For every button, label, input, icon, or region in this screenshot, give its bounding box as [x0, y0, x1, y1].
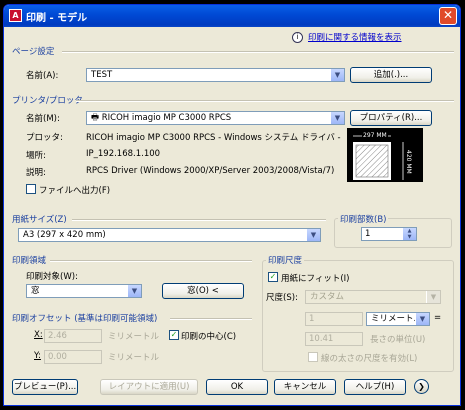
paper-width-label: 297 MM: [362, 132, 388, 139]
offset-x-unit: ミリメートル: [108, 332, 160, 342]
paper-size-select[interactable]: A3 (297 x 420 mm) ▼: [18, 228, 321, 242]
offset-y-unit: ミリメートル: [108, 353, 160, 363]
printer-name-value: RICOH imagio MP C3000 RPCS: [101, 113, 232, 123]
paper-preview: 297 MM 420 MM: [347, 128, 423, 182]
page-setup-name-label: 名前(A):: [26, 71, 59, 81]
description-value: RPCS Driver (Windows 2000/XP/Server 2003…: [86, 166, 335, 176]
add-page-setup-button[interactable]: 追加(.)...: [350, 67, 432, 83]
help-button[interactable]: ヘルプ(H): [344, 379, 406, 395]
scale-lineweights-checkbox[interactable]: [308, 352, 318, 362]
chevron-down-icon[interactable]: ▼: [127, 285, 141, 297]
divider: [62, 51, 454, 53]
page-setup-name-value: TEST: [91, 70, 113, 80]
expand-options-icon[interactable]: ❯: [414, 379, 429, 394]
paper-size-value: A3 (297 x 420 mm): [23, 230, 106, 240]
center-plot-checkbox[interactable]: ✓: [169, 330, 179, 340]
scale-lineweights-label: 線の太さの尺度を有効(L): [321, 354, 418, 364]
offset-x-input[interactable]: 2.46: [44, 329, 102, 343]
help-info-link[interactable]: 印刷に関する情報を表示: [308, 31, 402, 43]
equals-sign: =: [434, 313, 442, 323]
printable-area: [355, 144, 389, 178]
preview-button[interactable]: プレビュー(P)...: [12, 379, 78, 395]
print-target-value: 窓: [31, 286, 40, 296]
app-icon: A: [9, 9, 22, 22]
chevron-down-icon[interactable]: ▼: [330, 69, 344, 81]
printer-name-label: 名前(M):: [26, 114, 60, 124]
scale-label: 尺度(S):: [266, 293, 298, 303]
scale-select[interactable]: カスタム ▼: [305, 290, 441, 304]
dialog-title: 印刷 - モデル: [26, 13, 88, 24]
plot-dialog: A 印刷 - モデル ✕ i 印刷に関する情報を表示 ページ設定 名前(A): …: [3, 4, 461, 406]
printer-icon: 🖶: [91, 113, 102, 123]
copies-value: 1: [365, 229, 371, 239]
divider: [50, 260, 252, 262]
apply-to-layout-button[interactable]: レイアウトに適用(U): [100, 379, 198, 395]
page-setup-title: ページ設定: [12, 47, 55, 57]
printer-properties-button[interactable]: プロパティ(R)...: [350, 110, 432, 126]
scale-units-input[interactable]: 10.41: [305, 332, 363, 346]
scale-number-input[interactable]: 1: [305, 312, 363, 326]
paper-height-label: 420 MM: [405, 150, 412, 174]
cancel-button[interactable]: キャンセル: [274, 379, 336, 395]
chevron-down-icon[interactable]: ▼: [306, 229, 320, 241]
copies-spinner[interactable]: 1 ▲ ▼: [361, 227, 417, 241]
chevron-down-icon[interactable]: ▼: [426, 291, 440, 303]
page-setup-name-select[interactable]: TEST ▼: [86, 68, 345, 82]
chevron-down-icon[interactable]: ▼: [415, 313, 429, 325]
print-target-label: 印刷対象(W):: [26, 272, 78, 282]
print-area-title: 印刷領域: [12, 256, 47, 266]
copies-title: 印刷部数(B): [338, 213, 389, 225]
divider: [76, 100, 454, 102]
chevron-down-icon[interactable]: ▼: [330, 112, 344, 124]
offset-y-label: Y:: [34, 351, 41, 361]
offset-title: 印刷オフセット (基準は印刷可能領域): [12, 314, 158, 324]
plotter-value: RICOH imagio MP C3000 RPCS - Windows システ…: [86, 133, 344, 143]
file-output-checkbox[interactable]: [26, 184, 36, 194]
scale-value: カスタム: [310, 292, 345, 302]
paper-size-title: 用紙サイズ(Z): [12, 215, 67, 225]
info-icon: i: [292, 32, 303, 43]
scale-unit-select[interactable]: ミリメートル ▼: [366, 312, 430, 326]
select-window-button[interactable]: 窓(O) <: [162, 283, 244, 299]
file-output-label: ファイルへ出力(F): [39, 186, 111, 196]
print-target-select[interactable]: 窓 ▼: [26, 284, 142, 298]
scale-units-label: 長さの単位(U): [370, 335, 426, 345]
fit-to-paper-checkbox[interactable]: ✓: [268, 272, 278, 282]
divider: [72, 219, 326, 221]
location-label: 場所:: [26, 151, 46, 161]
plotter-label: プロッタ:: [26, 133, 63, 143]
divider: [170, 318, 252, 320]
print-scale-title: 印刷尺度: [266, 254, 305, 266]
printer-title: プリンタ/プロッタ: [12, 96, 83, 106]
fit-to-paper-label: 用紙にフィット(I): [281, 274, 350, 284]
title-bar[interactable]: A 印刷 - モデル ✕: [4, 5, 460, 27]
description-label: 説明:: [26, 168, 46, 178]
close-button[interactable]: ✕: [439, 7, 457, 25]
spinner-arrows-icon[interactable]: ▲ ▼: [403, 228, 416, 240]
offset-x-label: X:: [34, 330, 43, 340]
offset-y-input[interactable]: 0.00: [44, 350, 102, 364]
location-value: IP_192.168.1.100: [86, 149, 161, 159]
center-plot-label: 印刷の中心(C): [181, 332, 237, 342]
printer-name-select[interactable]: 🖶 RICOH imagio MP C3000 RPCS ▼: [86, 111, 345, 125]
ok-button[interactable]: OK: [206, 379, 268, 395]
